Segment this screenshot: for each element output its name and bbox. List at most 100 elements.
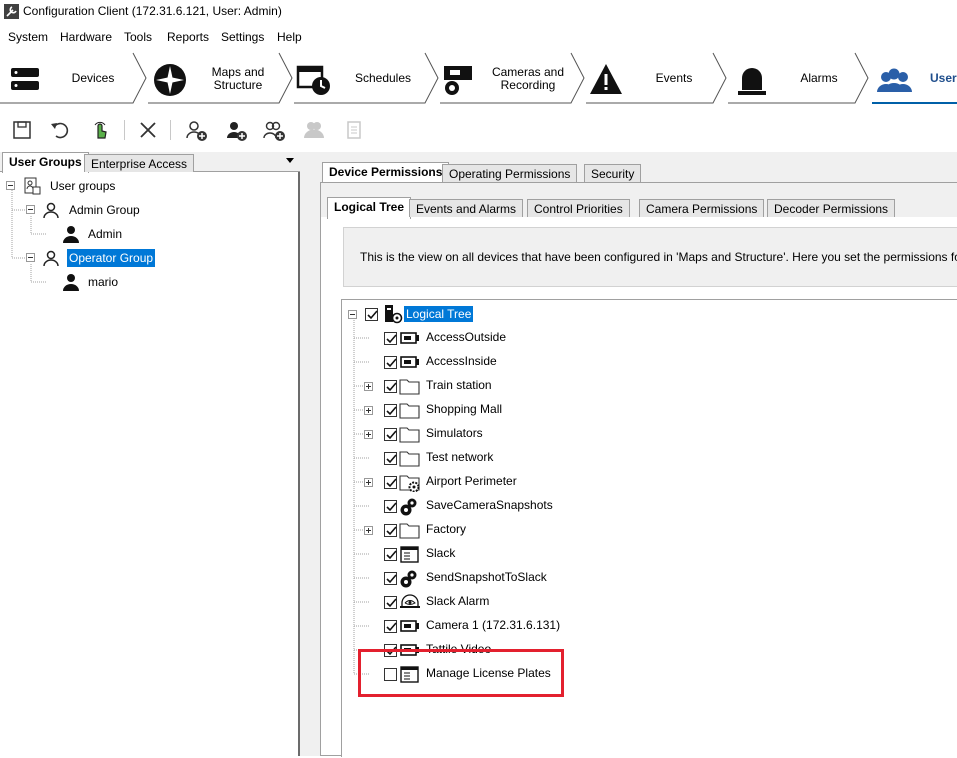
activate-icon[interactable] — [88, 118, 112, 142]
checkbox-checked[interactable] — [384, 476, 397, 489]
add-user-icon[interactable] — [224, 118, 248, 142]
tree-item-label[interactable]: Shopping Mall — [426, 402, 502, 416]
tree-user-admin[interactable]: Admin — [88, 227, 122, 241]
folder-icon — [399, 520, 421, 540]
tab-events-and-alarms[interactable]: Events and Alarms — [409, 199, 524, 217]
checkbox-checked[interactable] — [384, 524, 397, 537]
tab-device-permissions[interactable]: Device Permissions — [322, 162, 450, 184]
document-icon — [399, 544, 421, 564]
tree-item-label[interactable]: Train station — [426, 378, 492, 392]
checkbox-checked[interactable] — [384, 620, 397, 633]
checkbox-checked[interactable] — [365, 308, 378, 321]
nav-alarms[interactable]: Alarms — [728, 52, 870, 104]
tree-collapse-toggle[interactable] — [6, 181, 15, 190]
nav-events[interactable]: Events — [586, 52, 728, 104]
checkbox-checked[interactable] — [384, 596, 397, 609]
menu-help[interactable]: Help — [277, 30, 302, 44]
add-dual-auth-icon[interactable] — [262, 118, 286, 142]
user-groups-root-icon — [24, 177, 41, 195]
nav-maps-and-structure[interactable]: Maps and Structure — [148, 52, 294, 104]
wrench-icon — [4, 4, 19, 19]
delete-icon[interactable] — [136, 118, 160, 142]
user-groups-panel: User Groups Enterprise Access User group… — [0, 152, 300, 756]
tree-collapse-toggle[interactable] — [26, 253, 35, 262]
nav-user-groups[interactable]: User — [870, 52, 957, 104]
camera-icon — [399, 616, 421, 636]
folder-gear-icon — [399, 472, 421, 493]
checkbox-checked[interactable] — [384, 428, 397, 441]
tree-root-label[interactable]: User groups — [50, 179, 115, 193]
tree-expand-toggle[interactable] — [364, 526, 373, 535]
tree-item-label[interactable]: SaveCameraSnapshots — [426, 498, 553, 512]
tree-expand-toggle[interactable] — [364, 382, 373, 391]
logical-tree-root-label[interactable]: Logical Tree — [404, 306, 474, 322]
title-bar: Configuration Client (172.31.6.121, User… — [0, 0, 957, 24]
nav-schedules-label: Schedules — [354, 71, 412, 85]
tree-expand-toggle[interactable] — [364, 478, 373, 487]
tree-item-label[interactable]: Factory — [426, 522, 466, 536]
nav-active-underline — [872, 102, 957, 104]
tree-item-label[interactable]: SendSnapshotToSlack — [426, 570, 547, 584]
tree-item-label[interactable]: AccessInside — [426, 354, 497, 368]
report-icon[interactable] — [342, 118, 366, 142]
tree-item-label[interactable]: Slack Alarm — [426, 594, 489, 608]
nav-maps-label: Maps and Structure — [211, 65, 265, 92]
checkbox-checked[interactable] — [384, 332, 397, 345]
tab-decoder-permissions[interactable]: Decoder Permissions — [767, 199, 896, 217]
tab-control-priorities[interactable]: Control Priorities — [527, 199, 630, 217]
nav-devices-label: Devices — [71, 71, 115, 85]
tree-user-mario[interactable]: mario — [88, 275, 118, 289]
checkbox-checked[interactable] — [384, 356, 397, 369]
undo-icon[interactable] — [48, 118, 72, 142]
menu-reports[interactable]: Reports — [167, 30, 209, 44]
menu-tools[interactable]: Tools — [124, 30, 152, 44]
tree-item-label[interactable]: Test network — [426, 450, 493, 464]
menu-bar: System Hardware Tools Reports Settings H… — [0, 26, 957, 48]
subtab-strip: Logical Tree Events and Alarms Control P… — [321, 183, 957, 219]
tree-item-label[interactable]: Camera 1 (172.31.6.131) — [426, 618, 560, 632]
panel-splitter[interactable] — [300, 152, 318, 756]
tree-item-label[interactable]: Simulators — [426, 426, 483, 440]
navigation-ribbon: Devices Maps and Structure Schedules Cam… — [0, 52, 957, 104]
checkbox-checked[interactable] — [384, 572, 397, 585]
window-title: Configuration Client (172.31.6.121, User… — [23, 4, 282, 18]
nav-cameras-and-recording[interactable]: Cameras and Recording — [440, 52, 586, 104]
checkbox-checked[interactable] — [384, 404, 397, 417]
checkbox-checked[interactable] — [384, 452, 397, 465]
checkbox-checked[interactable] — [384, 548, 397, 561]
menu-hardware[interactable]: Hardware — [60, 30, 112, 44]
nav-devices[interactable]: Devices — [0, 52, 148, 104]
tab-user-groups[interactable]: User Groups — [2, 152, 89, 173]
chevron-down-icon[interactable] — [286, 158, 294, 163]
tree-item-label[interactable]: Slack — [426, 546, 455, 560]
folder-icon — [399, 448, 421, 468]
tab-operating-permissions[interactable]: Operating Permissions — [442, 164, 578, 182]
tree-collapse-toggle[interactable] — [26, 205, 35, 214]
tree-item-label[interactable]: AccessOutside — [426, 330, 506, 344]
cameras-icon — [444, 66, 472, 95]
events-icon — [590, 64, 622, 94]
folder-icon — [399, 424, 421, 444]
checkbox-checked[interactable] — [384, 500, 397, 513]
menu-settings[interactable]: Settings — [221, 30, 264, 44]
tab-camera-permissions[interactable]: Camera Permissions — [639, 199, 765, 217]
camera-icon — [399, 352, 421, 372]
nav-events-label: Events — [655, 71, 693, 85]
tree-group-admin[interactable]: Admin Group — [69, 203, 140, 217]
tree-expand-toggle[interactable] — [364, 406, 373, 415]
tree-item-label[interactable]: Airport Perimeter — [426, 474, 517, 488]
menu-system[interactable]: System — [8, 30, 48, 44]
tree-collapse-toggle[interactable] — [348, 310, 357, 319]
tab-logical-tree[interactable]: Logical Tree — [327, 197, 412, 219]
nav-schedules[interactable]: Schedules — [294, 52, 440, 104]
tree-expand-toggle[interactable] — [364, 430, 373, 439]
schedules-icon — [296, 65, 330, 95]
tab-security[interactable]: Security — [584, 164, 642, 182]
tab-enterprise-access[interactable]: Enterprise Access — [84, 154, 195, 172]
add-user-group-icon[interactable] — [184, 118, 208, 142]
tree-group-operator[interactable]: Operator Group — [67, 249, 156, 267]
copy-icon[interactable] — [302, 118, 326, 142]
save-icon[interactable] — [10, 118, 34, 142]
checkbox-checked[interactable] — [384, 380, 397, 393]
toolbar-separator — [124, 120, 125, 140]
